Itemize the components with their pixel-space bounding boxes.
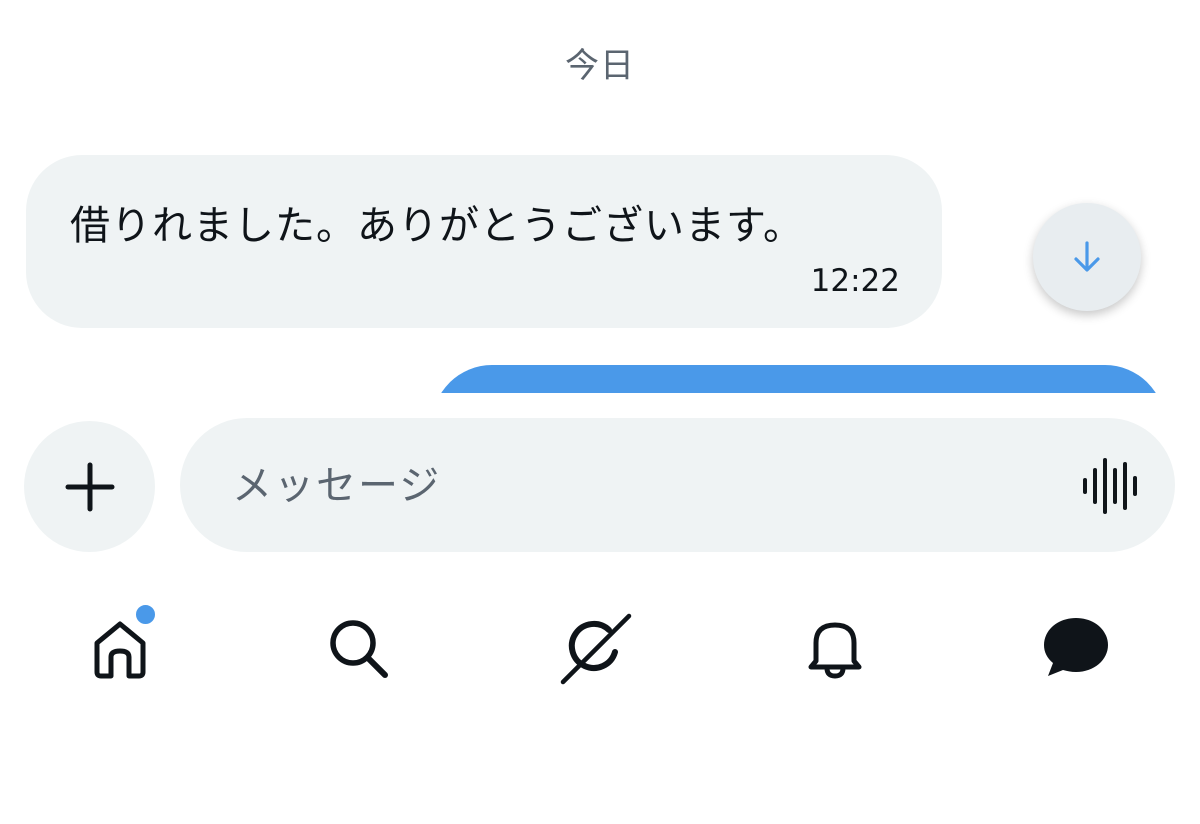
add-attachment-button[interactable] bbox=[24, 421, 155, 552]
grok-icon bbox=[560, 613, 632, 685]
dm-conversation-screen: 今日 借りれました。ありがとうございます。 12:22 bbox=[0, 0, 1200, 824]
messages-icon bbox=[1044, 618, 1108, 676]
sent-message-bubble[interactable] bbox=[432, 365, 1165, 393]
plus-icon bbox=[65, 462, 114, 511]
message-input[interactable] bbox=[230, 418, 1054, 554]
tab-search[interactable] bbox=[318, 608, 398, 688]
message-list-viewport bbox=[0, 0, 1200, 393]
message-input-container[interactable] bbox=[180, 418, 1175, 554]
tab-grok[interactable] bbox=[555, 608, 635, 688]
tab-notifications[interactable] bbox=[795, 608, 875, 688]
search-icon bbox=[330, 620, 388, 678]
bell-icon bbox=[808, 622, 862, 679]
home-notification-badge bbox=[133, 602, 158, 627]
tab-messages[interactable] bbox=[1036, 608, 1116, 688]
audio-waveform-icon[interactable] bbox=[1081, 458, 1139, 514]
bottom-tab-bar bbox=[0, 590, 1200, 710]
